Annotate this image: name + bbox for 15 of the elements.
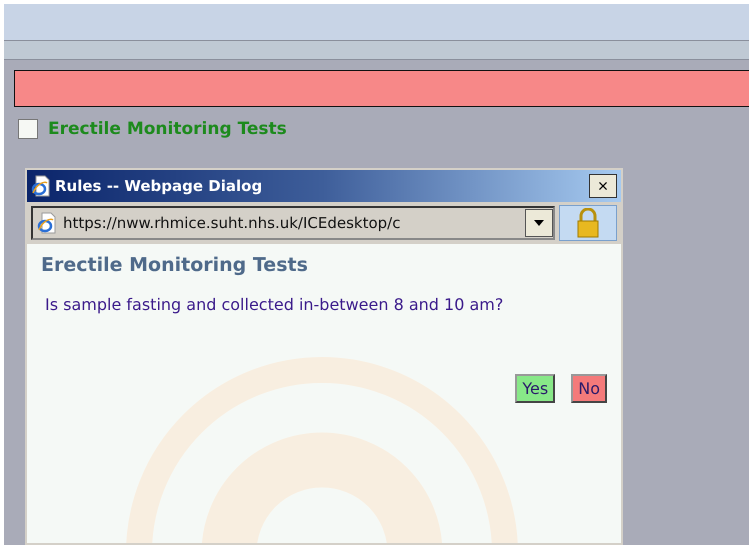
no-button[interactable]: No <box>571 374 607 403</box>
yes-button[interactable]: Yes <box>515 374 556 403</box>
lock-icon <box>576 208 600 238</box>
close-button[interactable]: × <box>589 174 617 198</box>
browser-page-icon <box>37 212 57 234</box>
caret-icon <box>534 220 544 226</box>
dropdown-button[interactable] <box>525 209 553 237</box>
address-field[interactable]: https://nww.rhmice.suht.nhs.uk/ICEdesktop/c <box>31 206 555 240</box>
dialog-heading: Erectile Monitoring Tests <box>41 254 309 276</box>
browser-page-icon <box>31 175 51 197</box>
security-button[interactable] <box>559 205 617 241</box>
checkbox-label: Erectile Monitoring Tests <box>48 119 287 139</box>
checkbox[interactable] <box>18 119 38 139</box>
question-text: Is sample fasting and collected in-between 8 and 10 am? <box>44 294 504 316</box>
dialog-title: Rules -- Webpage Dialog <box>55 177 264 195</box>
